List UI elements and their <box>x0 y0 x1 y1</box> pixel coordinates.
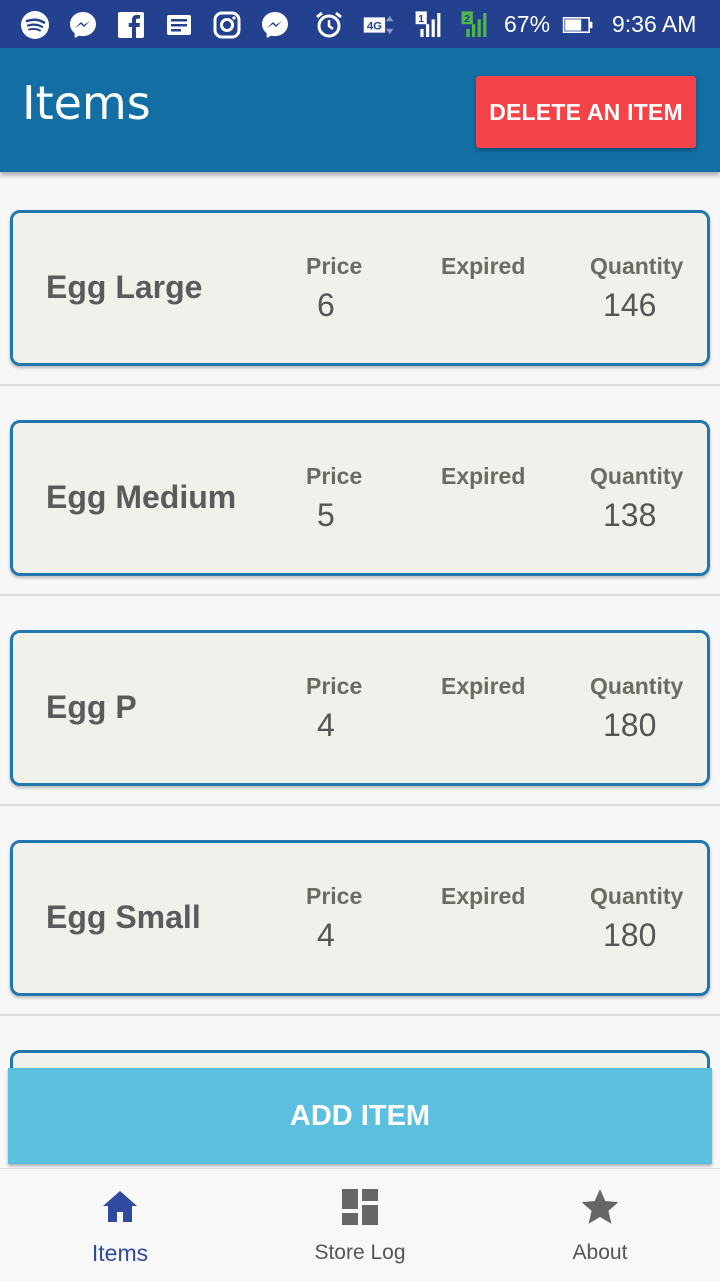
quantity-label: Quantity <box>590 463 684 489</box>
nav-item-store-log[interactable]: Store Log <box>240 1169 480 1281</box>
dashboard-icon <box>340 1187 380 1227</box>
nav-item-about[interactable]: About <box>480 1169 720 1281</box>
quantity-value: 180 <box>603 917 657 953</box>
list-item: Egg Medium Price 5 Expired Quantity 138 <box>0 386 720 596</box>
spotify-icon <box>18 8 52 42</box>
item-list[interactable]: Egg Large Price 6 Expired Quantity 146 E… <box>0 176 720 1064</box>
quantity-label: Quantity <box>590 253 684 279</box>
delete-item-button[interactable]: DELETE AN ITEM <box>476 76 696 148</box>
item-name: Egg Medium <box>46 479 237 515</box>
price-value: 4 <box>317 917 335 953</box>
4g-icon: 4G <box>358 8 400 42</box>
item-card[interactable]: Egg Large Price 6 Expired Quantity 146 <box>10 210 710 366</box>
news-icon <box>162 8 196 42</box>
bottom-navigation: Items Store Log About <box>0 1168 720 1280</box>
battery-percent: 67% <box>504 11 551 37</box>
svg-text:4G: 4G <box>367 21 382 33</box>
facebook-icon <box>114 8 148 42</box>
quantity-value: 146 <box>603 287 657 323</box>
expired-label: Expired <box>441 463 526 489</box>
messenger-icon <box>258 8 292 42</box>
nav-label-store-log: Store Log <box>314 1241 406 1264</box>
expired-label: Expired <box>441 883 526 909</box>
item-name: Egg P <box>46 689 137 725</box>
quantity-value: 138 <box>603 497 657 533</box>
item-name: Egg Large <box>46 269 203 305</box>
add-item-button[interactable]: ADD ITEM <box>8 1068 712 1164</box>
expired-label: Expired <box>441 673 526 699</box>
expired-label: Expired <box>441 253 526 279</box>
list-item: Egg P Price 4 Expired Quantity 180 <box>0 596 720 806</box>
price-label: Price <box>306 673 363 699</box>
item-card[interactable]: Egg Small Price 4 Expired Quantity 180 <box>10 840 710 996</box>
nav-label-items: Items <box>91 1240 149 1266</box>
item-card[interactable]: Egg Medium Price 5 Expired Quantity 138 <box>10 420 710 576</box>
battery-icon <box>558 8 598 42</box>
price-label: Price <box>306 253 363 279</box>
item-card[interactable]: Egg P Price 4 Expired Quantity 180 <box>10 630 710 786</box>
clock: 9:36 AM <box>612 11 697 37</box>
price-value: 6 <box>317 287 335 323</box>
signal-sim1-icon: 1 <box>410 8 450 42</box>
price-value: 4 <box>317 707 335 743</box>
messenger-icon <box>66 8 100 42</box>
alarm-icon <box>312 8 346 42</box>
page-title: Items <box>22 76 151 130</box>
svg-text:1: 1 <box>418 14 424 25</box>
quantity-label: Quantity <box>590 883 684 909</box>
list-item: Egg Small Price 4 Expired Quantity 180 <box>0 806 720 1016</box>
instagram-icon <box>210 8 244 42</box>
status-bar: 4G 1 2 67% 9:36 AM <box>0 0 720 48</box>
item-name: Egg Small <box>46 899 201 935</box>
signal-sim2-icon: 2 <box>456 8 496 42</box>
price-label: Price <box>306 883 363 909</box>
list-item: Egg Large Price 6 Expired Quantity 146 <box>0 176 720 386</box>
home-icon <box>100 1187 140 1227</box>
nav-label-about: About <box>572 1241 628 1264</box>
price-label: Price <box>306 463 363 489</box>
quantity-label: Quantity <box>590 673 684 699</box>
app-bar: Items DELETE AN ITEM <box>0 48 720 172</box>
price-value: 5 <box>317 497 335 533</box>
star-icon <box>580 1187 620 1227</box>
quantity-value: 180 <box>603 707 657 743</box>
svg-text:2: 2 <box>464 14 470 25</box>
nav-item-items[interactable]: Items <box>0 1169 240 1281</box>
